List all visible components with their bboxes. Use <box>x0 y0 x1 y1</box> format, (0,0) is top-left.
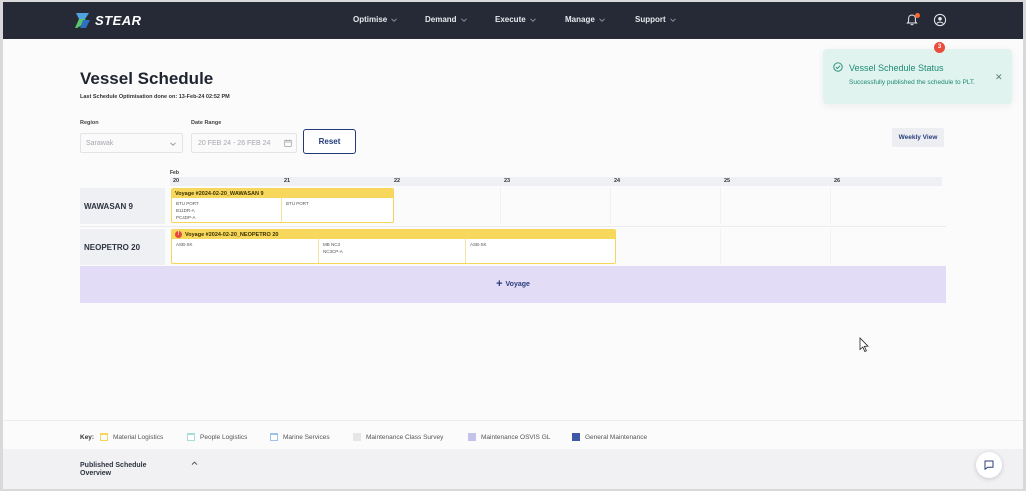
date-range-value: 20 FEB 24 - 26 FEB 24 <box>198 140 271 147</box>
legend-swatch <box>187 433 195 441</box>
row-divider <box>80 226 946 227</box>
check-circle-icon <box>833 62 843 72</box>
chevron-down-icon <box>170 142 176 146</box>
vessel-name: WAWASAN 9 <box>80 188 165 224</box>
key-label: Key: <box>80 434 95 441</box>
chevron-up-icon[interactable] <box>191 460 198 467</box>
brand-logo[interactable]: STEAR <box>73 11 142 30</box>
voyage-card[interactable]: Voyage #2024-02-20_WAWASAN 9 BTU PORT B1… <box>171 188 394 223</box>
nav-support[interactable]: Support <box>635 15 676 24</box>
user-account-icon[interactable] <box>933 13 947 27</box>
nav-execute[interactable]: Execute <box>495 15 536 24</box>
day-gridline <box>830 188 831 224</box>
day-label: 21 <box>284 178 291 184</box>
voyage-stop: BTU PORT B11DR-A PC4DP-A <box>172 198 282 222</box>
warning-icon: ! <box>175 231 182 238</box>
region-select[interactable]: Sarawak <box>80 133 183 153</box>
day-label: 20 <box>173 178 180 184</box>
voyage-stop: MB NC3 NC3CP-A <box>319 239 466 263</box>
vessel-row: WAWASAN 9 Voyage #2024-02-20_WAWASAN 9 B… <box>80 188 946 224</box>
month-label: Feb <box>170 170 179 176</box>
notification-count-badge: 3 <box>934 42 945 53</box>
chevron-down-icon <box>391 18 398 22</box>
stear-logo-icon <box>75 13 90 28</box>
voyage-stop: ASB-SK <box>172 239 319 263</box>
close-icon[interactable]: ✕ <box>995 72 1003 83</box>
day-label: 23 <box>504 178 511 184</box>
published-schedule-title[interactable]: Published Schedule Overview <box>80 462 170 478</box>
chevron-down-icon <box>599 18 605 22</box>
notification-dot <box>915 13 920 18</box>
date-range-input[interactable]: 20 FEB 24 - 26 FEB 24 <box>191 133 297 153</box>
nav-manage[interactable]: Manage <box>565 15 605 24</box>
key-divider <box>3 420 1023 421</box>
region-value: Sarawak <box>86 140 114 147</box>
day-gridline <box>720 188 721 224</box>
last-optimisation-info: Last Schedule Optimisation done on: 13-F… <box>80 94 230 100</box>
legend-swatch <box>100 433 108 441</box>
voyage-title: ! Voyage #2024-02-20_NEOPETRO 20 <box>172 230 615 239</box>
voyage-stop: ASB-SK <box>470 242 487 247</box>
nav-optimise[interactable]: Optimise <box>353 15 398 24</box>
vessel-name: NEOPETRO 20 <box>80 229 165 265</box>
day-gridline <box>720 229 721 265</box>
day-label: 24 <box>614 178 621 184</box>
key-item-general-maintenance: General Maintenance <box>572 433 647 441</box>
key-item-maintenance-class-survey: Maintenance Class Survey <box>353 433 443 441</box>
page-title: Vessel Schedule <box>80 69 214 88</box>
chat-icon <box>984 460 994 470</box>
key-item-people-logistics: People Logistics <box>187 433 247 441</box>
day-gridline <box>830 229 831 265</box>
nav-demand[interactable]: Demand <box>425 15 467 24</box>
region-label: Region <box>80 120 99 126</box>
date-range-label: Date Range <box>191 120 222 126</box>
day-label: 26 <box>834 178 841 184</box>
toast-title: Vessel Schedule Status <box>849 63 944 73</box>
day-label: 22 <box>394 178 401 184</box>
reset-button[interactable]: Reset <box>303 129 356 154</box>
success-toast: Vessel Schedule Status Successfully publ… <box>823 49 1012 104</box>
calendar-icon <box>284 139 292 147</box>
day-gridline <box>500 188 501 224</box>
voyage-stop: BTU PORT <box>286 201 309 206</box>
key-item-maintenance-osvis-gl: Maintenance OSVIS GL <box>468 433 550 441</box>
chevron-down-icon <box>529 18 536 22</box>
voyage-title: Voyage #2024-02-20_WAWASAN 9 <box>172 189 393 198</box>
top-navigation-bar: STEAR Optimise Demand Execute Manage Sup… <box>3 2 1023 39</box>
day-gridline <box>610 188 611 224</box>
legend-swatch <box>353 433 361 441</box>
add-voyage-button[interactable]: + Voyage <box>80 266 946 303</box>
voyage-card[interactable]: ! Voyage #2024-02-20_NEOPETRO 20 ASB-SK … <box>171 229 616 264</box>
mouse-cursor-icon <box>859 337 869 353</box>
key-item-marine-services: Marine Services <box>270 433 330 441</box>
key-item-material-logistics: Material Logistics <box>100 433 163 441</box>
chat-button[interactable] <box>976 452 1002 478</box>
weekly-view-button[interactable]: Weekly View <box>892 128 944 147</box>
plus-icon: + <box>496 278 503 290</box>
brand-name: STEAR <box>95 13 142 28</box>
day-label: 25 <box>724 178 731 184</box>
chevron-down-icon <box>669 18 676 22</box>
vessel-row: NEOPETRO 20 ! Voyage #2024-02-20_NEOPETR… <box>80 229 946 265</box>
legend-swatch <box>270 433 278 441</box>
legend-swatch <box>572 433 580 441</box>
app-window: STEAR Optimise Demand Execute Manage Sup… <box>3 2 1023 489</box>
toast-message: Successfully published the schedule to P… <box>849 79 975 86</box>
chevron-down-icon <box>460 18 467 22</box>
legend-swatch <box>468 433 476 441</box>
